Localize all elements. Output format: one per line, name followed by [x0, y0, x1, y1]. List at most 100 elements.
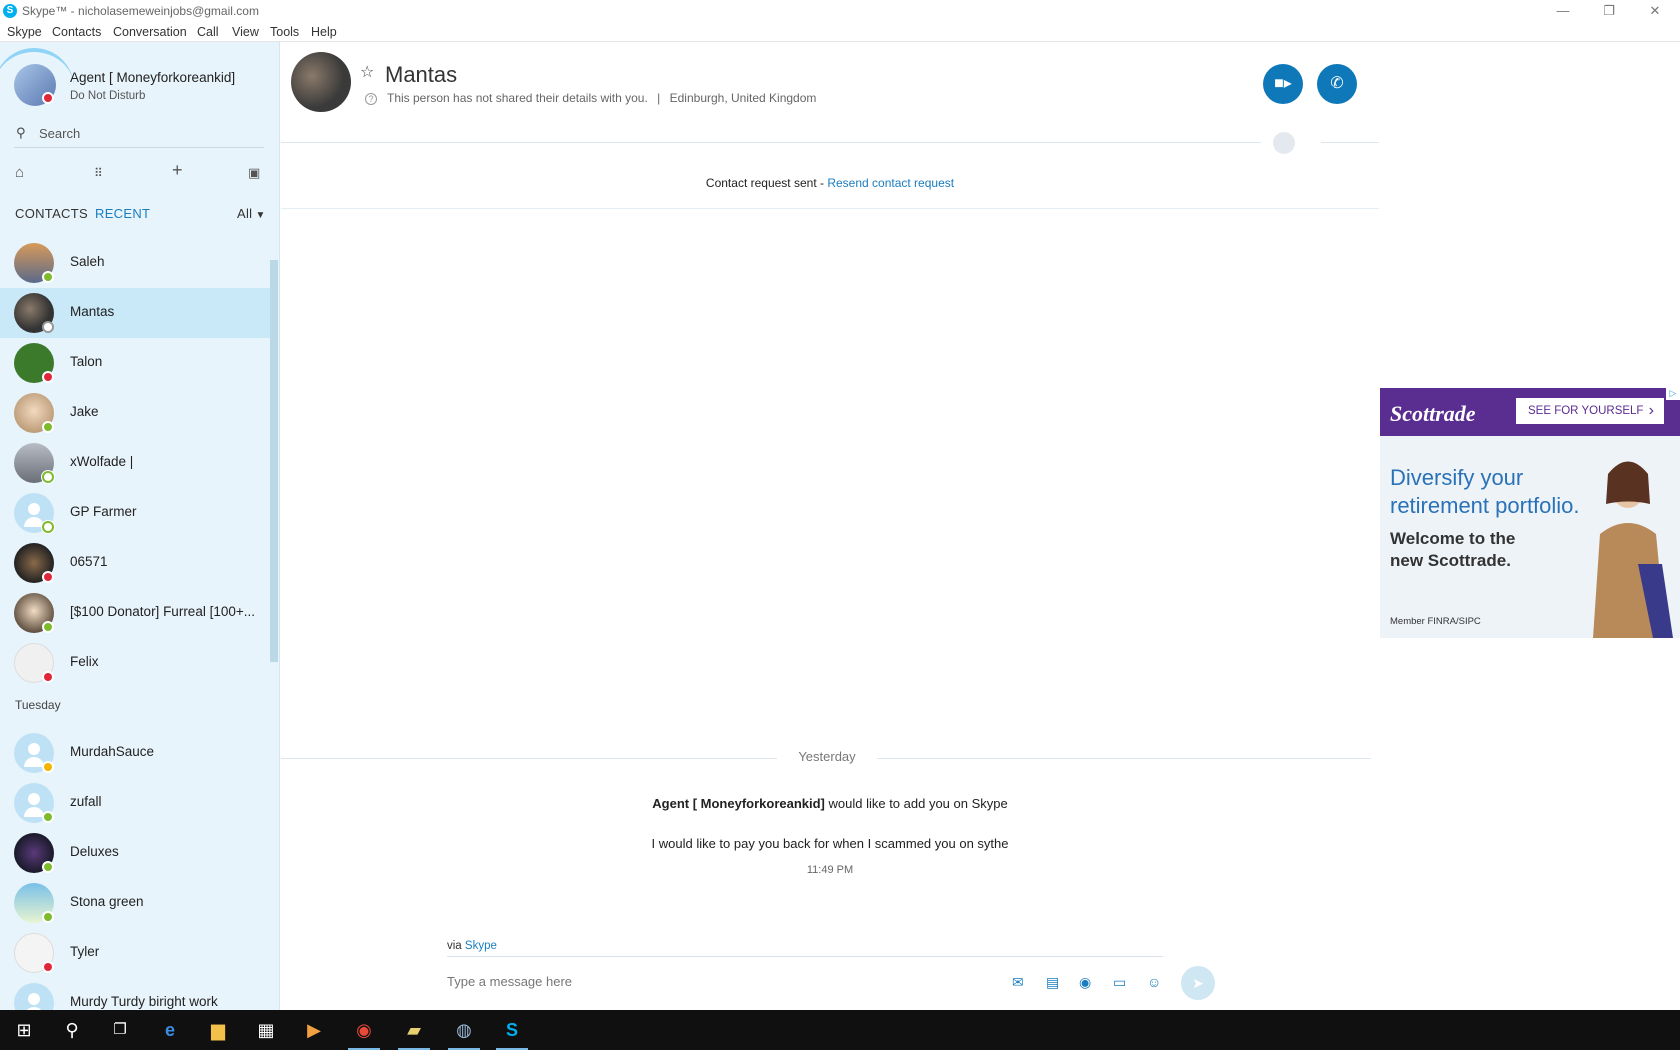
contact-name: Jake [70, 404, 99, 419]
contact-name: Stona green [70, 894, 144, 909]
contact-item[interactable]: Felix [0, 638, 270, 688]
message-timestamp: 11:49 PM [806, 864, 854, 876]
chevron-down-icon: ▼ [252, 210, 266, 221]
online-status-icon [42, 621, 54, 633]
contact-item[interactable]: Mantas [0, 288, 270, 338]
add-request-message: Agent [ Moneyforkoreankid] would like to… [281, 796, 1379, 811]
profile-status[interactable]: Do Not Disturb [70, 90, 145, 102]
title-bar: S Skype™ - nicholasemeweinjobs@gmail.com… [0, 0, 1680, 22]
request-text: Contact request sent - [705, 176, 828, 190]
chrome-icon[interactable]: ◉ [340, 1010, 388, 1050]
store-icon[interactable]: ▦ [242, 1010, 290, 1050]
contact-item[interactable]: zufall [0, 778, 270, 828]
contact-name: GP Farmer [70, 504, 137, 519]
conversation-panel: ☆ Mantas ? This person has not shared the… [281, 42, 1379, 1010]
contact-card-icon[interactable]: ▭ [1113, 974, 1126, 991]
contact-item[interactable]: [$100 Donator] Furreal [100+... [0, 588, 270, 638]
compose-divider [447, 956, 1163, 957]
add-icon[interactable]: + [172, 160, 183, 181]
scrollbar[interactable] [270, 260, 278, 662]
menu-contacts[interactable]: Contacts [52, 25, 101, 39]
contact-item[interactable]: Talon [0, 338, 270, 388]
filter-dropdown[interactable]: All ▼ [237, 206, 266, 221]
contact-item[interactable]: Tyler [0, 928, 270, 978]
steam-icon[interactable]: ◍ [440, 1010, 488, 1050]
contact-request-notice: Contact request sent - Resend contact re… [281, 176, 1379, 190]
video-message-icon[interactable]: ◉ [1079, 974, 1091, 991]
ad-subheadline-line: Welcome to the [1390, 529, 1516, 548]
contact-item[interactable]: Deluxes [0, 828, 270, 878]
close-button[interactable]: ✕ [1632, 0, 1678, 22]
contact-item[interactable]: Saleh [0, 238, 270, 288]
contact-item[interactable]: Stona green [0, 878, 270, 928]
search-icon: ⚲ [16, 125, 26, 140]
audio-call-button[interactable]: ✆ [1317, 64, 1357, 104]
menu-skype[interactable]: Skype [7, 25, 42, 39]
edge-icon[interactable]: e [146, 1010, 194, 1050]
media-player-icon[interactable]: ▶ [290, 1010, 338, 1050]
home-icon[interactable]: ⌂ [15, 164, 24, 181]
windows-start-icon[interactable]: ⊞ [0, 1010, 48, 1050]
tab-contacts[interactable]: CONTACTS [15, 206, 88, 221]
contact-list: Saleh Mantas Talon Jake xWolfade | GP Fa… [0, 238, 270, 1010]
file-explorer-icon[interactable]: ▆ [194, 1010, 242, 1050]
task-view-icon[interactable]: ❐ [96, 1010, 144, 1050]
message-action: would like to add you on Skype [824, 796, 1008, 811]
sidebar: Agent [ Moneyforkoreankid] Do Not Distur… [0, 42, 280, 1010]
contact-item[interactable]: xWolfade | [0, 438, 270, 488]
message-sender[interactable]: Agent [ Moneyforkoreankid] [652, 796, 825, 811]
menu-help[interactable]: Help [311, 25, 337, 39]
emoticon-icon[interactable]: ☺ [1147, 974, 1161, 990]
skype-logo-icon: S [3, 4, 17, 18]
restore-button[interactable]: ❐ [1586, 0, 1632, 22]
contact-name: [$100 Donator] Furreal [100+... [70, 604, 255, 619]
menu-view[interactable]: View [232, 25, 259, 39]
folder-icon[interactable]: ▰ [390, 1010, 438, 1050]
search-icon[interactable]: ⚲ [48, 1010, 96, 1050]
ad-cta-button[interactable]: SEE FOR YOURSELF › [1516, 398, 1664, 424]
send-contacts-icon[interactable]: ✉ [1012, 974, 1024, 991]
contact-item[interactable]: MurdahSauce [0, 728, 270, 778]
contacts-book-icon[interactable]: ▣ [248, 165, 260, 181]
search-box[interactable]: ⚲ Search [14, 120, 264, 148]
search-input[interactable]: Search [39, 126, 80, 141]
resend-request-link[interactable]: Resend contact request [827, 176, 954, 190]
via-label: via Skype [447, 940, 497, 952]
dnd-status-icon [42, 671, 54, 683]
online-status-icon [42, 421, 54, 433]
message-input[interactable]: Type a message here [447, 974, 572, 989]
dialpad-icon[interactable]: ⠿ [94, 166, 103, 180]
menu-conversation[interactable]: Conversation [113, 25, 187, 39]
menu-call[interactable]: Call [197, 25, 219, 39]
advertisement[interactable]: Scottrade SEE FOR YOURSELF › ▷ Diversify… [1380, 388, 1680, 638]
contact-name: MurdahSauce [70, 744, 155, 759]
tab-recent[interactable]: RECENT [95, 206, 150, 221]
unknown-status-icon [42, 321, 54, 333]
skype-icon[interactable]: S [488, 1010, 536, 1050]
star-icon[interactable]: ☆ [360, 62, 374, 82]
section-label: Tuesday [0, 688, 270, 728]
question-icon: ? [365, 93, 377, 105]
contact-item[interactable]: GP Farmer [0, 488, 270, 538]
profile-name[interactable]: Agent [ Moneyforkoreankid] [70, 70, 235, 85]
contact-item[interactable]: Murdy Turdy biright work [0, 978, 270, 1010]
send-button[interactable]: ➤ [1181, 966, 1215, 1000]
contact-item[interactable]: 06571 [0, 538, 270, 588]
send-icon: ➤ [1192, 975, 1204, 991]
ad-fine-print: Member FINRA/SIPC [1390, 616, 1481, 627]
contact-name: Felix [70, 654, 99, 669]
contact-name: Deluxes [70, 844, 119, 859]
adchoices-icon[interactable]: ▷ [1666, 388, 1680, 400]
menu-tools[interactable]: Tools [270, 25, 299, 39]
minimize-button[interactable]: — [1540, 0, 1586, 22]
ad-headline-line: Diversify your [1390, 465, 1524, 490]
contact-avatar[interactable] [291, 52, 351, 112]
send-file-icon[interactable]: ▤ [1046, 974, 1059, 991]
message-body: I would like to pay you back for when I … [651, 836, 1009, 851]
contact-item[interactable]: Jake [0, 388, 270, 438]
ad-woman-image [1593, 461, 1673, 638]
via-skype-link[interactable]: Skype [465, 940, 497, 952]
ad-cta-label: SEE FOR YOURSELF [1528, 405, 1644, 417]
video-call-button[interactable]: ■▸ [1263, 64, 1303, 104]
window-title: Skype™ - nicholasemeweinjobs@gmail.com [22, 4, 259, 18]
